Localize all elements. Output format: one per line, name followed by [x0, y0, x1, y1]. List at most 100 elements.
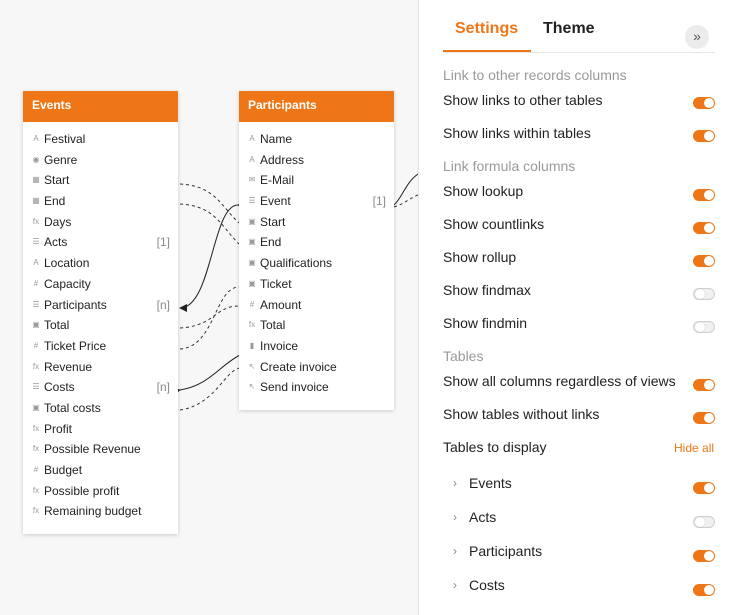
number-icon: # [33, 278, 39, 288]
field-row[interactable]: A Festival [23, 129, 178, 150]
field-row[interactable]: A Name [239, 129, 394, 150]
button-icon: ↖ [248, 382, 256, 392]
field-label: Revenue [44, 359, 93, 374]
table-card-participants[interactable]: Participants A Name A Address ✉ E-Mail ☰ Event [… [239, 91, 394, 410]
number-icon: # [33, 340, 39, 350]
collapse-panel-button[interactable]: » [685, 25, 709, 49]
hide-all-link[interactable]: Hide all [674, 441, 714, 455]
field-row[interactable]: ☰ Costs [n] [23, 377, 178, 398]
field-row[interactable]: ✉ E-Mail [239, 170, 394, 191]
erd-canvas[interactable]: Events A Festival ◉ Genre ▦ Start ▦ End fx Days ☰ A… [0, 0, 418, 615]
toggle-display-costs[interactable] [693, 584, 715, 596]
chevron-right-icon[interactable]: › [453, 510, 457, 524]
toggle-findmax[interactable] [693, 288, 715, 300]
rollup-icon: ▣ [32, 402, 40, 412]
chevron-right-icon[interactable]: › [453, 544, 457, 558]
toggle-findmin[interactable] [693, 321, 715, 333]
field-row[interactable]: fx Days [23, 212, 178, 233]
formula-icon: fx [32, 485, 40, 495]
field-label: Send invoice [260, 380, 329, 395]
field-row[interactable]: A Location [23, 253, 178, 274]
field-row[interactable]: fx Remaining budget [23, 501, 178, 522]
field-label: Participants [44, 297, 107, 312]
formula-icon: fx [32, 444, 40, 454]
table-title[interactable]: Participants [239, 91, 394, 122]
field-row[interactable]: ↖ Send invoice [239, 377, 394, 398]
link-count-badge: [1] [372, 194, 386, 209]
field-label: Days [44, 214, 72, 229]
field-row[interactable]: ▣ End [239, 232, 394, 253]
field-row[interactable]: fx Revenue [23, 357, 178, 378]
field-row[interactable]: # Ticket Price [23, 336, 178, 357]
field-row[interactable]: ▣ Ticket [239, 274, 394, 295]
toggle-tables-without-links[interactable] [693, 412, 715, 424]
display-table-costs[interactable]: Costs [469, 577, 505, 593]
section-title-link-columns: Link to other records columns [443, 67, 627, 83]
field-label: Address [260, 152, 305, 167]
setting-label-all-columns: Show all columns regardless of views [443, 373, 676, 389]
field-row[interactable]: A Address [239, 150, 394, 171]
setting-label-links-other-tables: Show links to other tables [443, 92, 603, 108]
setting-label-countlinks: Show countlinks [443, 216, 545, 232]
field-row[interactable]: fx Total [239, 315, 394, 336]
field-row[interactable]: ↖ Create invoice [239, 357, 394, 378]
toggle-links-within-tables[interactable] [693, 130, 715, 142]
toggle-lookup[interactable] [693, 189, 715, 201]
field-row[interactable]: ☰ Event [1] [239, 191, 394, 212]
display-table-participants[interactable]: Participants [469, 543, 542, 559]
link-event-offscreen [393, 173, 418, 206]
field-row[interactable]: ☰ Participants [n] [23, 295, 178, 316]
tab-settings[interactable]: Settings [455, 20, 518, 38]
field-row[interactable]: ▦ Start [23, 170, 178, 191]
link-end-dashed [179, 203, 240, 245]
tab-divider [443, 52, 715, 53]
formula-icon: fx [32, 216, 40, 226]
toggle-display-acts[interactable] [693, 516, 715, 528]
field-row[interactable]: # Capacity [23, 274, 178, 295]
field-row[interactable]: fx Possible Revenue [23, 439, 178, 460]
toggle-links-other-tables[interactable] [693, 97, 715, 109]
table-title[interactable]: Events [23, 91, 178, 122]
toggle-rollup[interactable] [693, 255, 715, 267]
field-row[interactable]: ▣ Total costs [23, 398, 178, 419]
field-label: Start [260, 214, 286, 229]
link-icon: ☰ [248, 196, 256, 206]
chevron-right-icon[interactable]: › [453, 476, 457, 490]
toggle-display-participants[interactable] [693, 550, 715, 562]
chevron-right-icon[interactable]: › [453, 578, 457, 592]
field-label: Genre [44, 152, 78, 167]
field-row[interactable]: ▣ Qualifications [239, 253, 394, 274]
field-label: Profit [44, 421, 73, 436]
display-table-acts[interactable]: Acts [469, 509, 496, 525]
field-row[interactable]: ▣ Start [239, 212, 394, 233]
field-row[interactable]: ▮ Invoice [239, 336, 394, 357]
link-total-costs-dashed [179, 367, 241, 411]
link-count-badge: [n] [156, 297, 170, 312]
toggle-countlinks[interactable] [693, 222, 715, 234]
field-row[interactable]: # Amount [239, 295, 394, 316]
field-row[interactable]: fx Possible profit [23, 481, 178, 502]
field-row[interactable]: fx Profit [23, 419, 178, 440]
formula-icon: fx [248, 320, 256, 330]
field-row[interactable]: ▣ Total [23, 315, 178, 336]
toggle-display-events[interactable] [693, 482, 715, 494]
tab-theme[interactable]: Theme [543, 20, 595, 38]
field-label: Costs [44, 380, 75, 395]
field-label: Amount [260, 297, 302, 312]
field-label: Start [44, 173, 70, 188]
setting-label-findmax: Show findmax [443, 282, 531, 298]
link-count-badge: [n] [156, 380, 170, 395]
field-row[interactable]: # Budget [23, 460, 178, 481]
formula-icon: fx [32, 506, 40, 516]
table-card-events[interactable]: Events A Festival ◉ Genre ▦ Start ▦ End fx Days ☰ A… [23, 91, 178, 534]
field-label: E-Mail [260, 173, 295, 188]
lookup-icon: ▣ [248, 278, 256, 288]
display-table-events[interactable]: Events [469, 475, 512, 491]
formula-icon: fx [32, 361, 40, 371]
formula-icon: fx [32, 423, 40, 433]
toggle-all-columns[interactable] [693, 379, 715, 391]
field-label: Total [44, 318, 70, 333]
field-row[interactable]: ▦ End [23, 191, 178, 212]
field-row[interactable]: ☰ Acts [1] [23, 232, 178, 253]
field-row[interactable]: ◉ Genre [23, 150, 178, 171]
